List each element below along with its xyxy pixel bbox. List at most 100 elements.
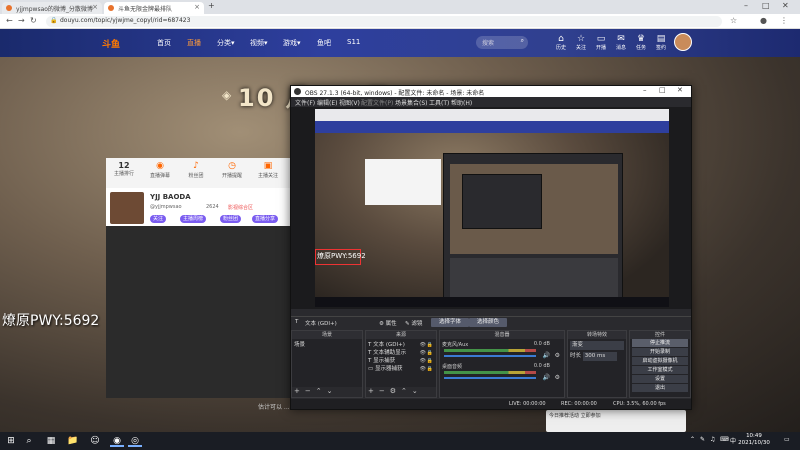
- follow-icon[interactable]: ☆ 关注: [572, 34, 590, 51]
- source-item[interactable]: T 文本 (GDI+) 👁 🔒: [368, 341, 434, 349]
- nav-item-s11[interactable]: S11: [347, 38, 360, 46]
- tray-pen-icon[interactable]: ✎: [700, 436, 705, 443]
- stat-rank[interactable]: 12 主播排行: [110, 161, 138, 177]
- lock-icon[interactable]: 🔒: [427, 341, 433, 349]
- chrome-taskbar-icon[interactable]: ◎: [128, 435, 142, 447]
- stat-remind[interactable]: ◷ 开播提醒: [218, 161, 246, 179]
- history-icon[interactable]: ⌂ 历史: [552, 34, 570, 51]
- source-down-icon[interactable]: ⌄: [412, 387, 418, 395]
- stop-streaming-button[interactable]: 停止推流: [632, 339, 688, 347]
- window-maximize-button[interactable]: □: [762, 1, 770, 10]
- window-minimize-button[interactable]: –: [744, 1, 748, 10]
- speaker-icon[interactable]: 🔊: [543, 374, 550, 381]
- speaker-icon[interactable]: 🔊: [543, 352, 550, 359]
- taskbar-clock[interactable]: 10:49 2021/10/30: [734, 433, 774, 447]
- scene-item[interactable]: 场景: [294, 341, 360, 349]
- new-tab-button[interactable]: +: [208, 1, 215, 10]
- obs-maximize-button[interactable]: □: [659, 86, 666, 94]
- source-item[interactable]: ▭ 显示器捕获 👁 🔒: [368, 365, 434, 373]
- menu-dots-icon[interactable]: ⋮: [780, 16, 788, 25]
- star-icon[interactable]: ☆: [730, 16, 737, 25]
- obs-minimize-button[interactable]: –: [643, 86, 647, 94]
- task-icon[interactable]: ♛ 任务: [632, 34, 650, 51]
- nav-item-games[interactable]: 游戏▾: [283, 38, 301, 48]
- message-icon[interactable]: ✉ 消息: [612, 34, 630, 51]
- gear-icon[interactable]: ⚙: [555, 352, 560, 359]
- source-up-icon[interactable]: ⌃: [401, 387, 407, 395]
- contract-icon[interactable]: ▤ 签约: [652, 34, 670, 51]
- exit-button[interactable]: 退出: [632, 384, 688, 392]
- tab-close-icon[interactable]: ×: [194, 3, 200, 11]
- forward-icon[interactable]: →: [18, 16, 25, 25]
- app-icon[interactable]: ☺: [88, 435, 102, 447]
- streamer-category[interactable]: 影视综合区: [228, 204, 253, 211]
- search-icon[interactable]: ⌕: [22, 435, 36, 447]
- source-item[interactable]: T 显示捕获 👁 🔒: [368, 357, 434, 365]
- start-recording-button[interactable]: 开始录制: [632, 348, 688, 356]
- stat-danmu[interactable]: ◉ 直播弹幕: [146, 161, 174, 179]
- volume-slider[interactable]: [444, 377, 536, 379]
- select-font-button[interactable]: 选择字体: [431, 318, 470, 327]
- source-item[interactable]: T 文本辅助显示 👁 🔒: [368, 349, 434, 357]
- obs-menu-tools[interactable]: 工具(T): [429, 98, 449, 107]
- visibility-icon[interactable]: 👁: [420, 349, 426, 357]
- tray-volume-icon[interactable]: ♫: [710, 436, 715, 443]
- select-color-button[interactable]: 选择颜色: [469, 318, 508, 327]
- nav-item-live[interactable]: 直播: [187, 38, 201, 48]
- nav-item-home[interactable]: 首页: [157, 38, 171, 48]
- lock-icon[interactable]: 🔒: [427, 365, 433, 373]
- tray-expand-icon[interactable]: ⌃: [690, 436, 695, 443]
- scene-up-icon[interactable]: ⌃: [316, 387, 322, 395]
- obs-titlebar[interactable]: OBS 27.1.3 (64-bit, windows) - 配置文件: 未命名…: [291, 86, 691, 97]
- nav-item-category[interactable]: 分类▾: [217, 38, 235, 48]
- stat-fans[interactable]: ♪ 粉丝团: [182, 161, 210, 179]
- obs-menu-scene-collection[interactable]: 场景集合(S): [395, 98, 428, 107]
- tray-keyboard-icon[interactable]: ⌨: [720, 436, 729, 443]
- stat-follow[interactable]: ▣ 主播关注: [254, 161, 282, 179]
- add-source-icon[interactable]: +: [368, 387, 374, 395]
- file-explorer-icon[interactable]: 📁: [66, 435, 80, 447]
- virtual-camera-button[interactable]: 启动虚拟摄像机: [632, 357, 688, 365]
- fan-club-button[interactable]: 粉丝团: [220, 215, 242, 223]
- reload-icon[interactable]: ↻: [30, 16, 37, 25]
- back-icon[interactable]: ←: [6, 16, 13, 25]
- nav-item-video[interactable]: 视频▾: [250, 38, 268, 48]
- profile-icon[interactable]: ●: [760, 16, 767, 25]
- weekly-rank-button[interactable]: 主播周榜: [180, 215, 207, 223]
- nav-item-fishbar[interactable]: 鱼吧: [317, 38, 331, 48]
- properties-button[interactable]: ⚙ 属性: [379, 319, 397, 327]
- visibility-icon[interactable]: 👁: [420, 357, 426, 365]
- window-close-button[interactable]: ✕: [782, 1, 789, 10]
- remove-source-icon[interactable]: −: [379, 387, 385, 395]
- source-settings-icon[interactable]: ⚙: [390, 387, 396, 395]
- selected-text-source[interactable]: 燎原PWY:5692: [315, 249, 366, 265]
- filters-button[interactable]: ✎ 滤镜: [405, 319, 422, 327]
- follow-button[interactable]: 关注: [150, 215, 167, 223]
- visibility-icon[interactable]: 👁: [420, 365, 426, 373]
- browser-tab[interactable]: yjjmpwsao的微博_分散微博 ×: [2, 2, 102, 14]
- studio-mode-button[interactable]: 工作室模式: [632, 366, 688, 374]
- streamer-avatar[interactable]: [110, 192, 144, 224]
- notification-icon[interactable]: ▭: [784, 436, 790, 443]
- browser-tab-active[interactable]: 斗鱼无限金牌最排队 ×: [104, 2, 204, 14]
- go-live-icon[interactable]: ▭ 开播: [592, 34, 610, 51]
- site-search-input[interactable]: 搜索 ⌕: [476, 36, 528, 49]
- user-avatar[interactable]: [674, 33, 692, 51]
- obs-menu-view[interactable]: 视图(V): [339, 98, 360, 107]
- lock-icon[interactable]: 🔒: [427, 357, 433, 365]
- start-windows-icon[interactable]: ⊞: [4, 435, 18, 447]
- obs-close-button[interactable]: ✕: [677, 86, 683, 94]
- visibility-icon[interactable]: 👁: [420, 341, 426, 349]
- settings-button[interactable]: 设置: [632, 375, 688, 383]
- site-logo[interactable]: 斗鱼: [102, 37, 120, 50]
- obs-taskbar-icon[interactable]: ◉: [110, 435, 124, 447]
- remove-scene-icon[interactable]: −: [305, 387, 311, 395]
- add-scene-icon[interactable]: +: [294, 387, 300, 395]
- address-bar[interactable]: 🔒 douyu.com/topic/yjwjme_copyl/rid=68742…: [46, 16, 722, 27]
- obs-menu-edit[interactable]: 编辑(E): [317, 98, 337, 107]
- obs-menu-help[interactable]: 帮助(H): [451, 98, 472, 107]
- promo-card[interactable]: 今日推荐活动 立即参加: [546, 410, 686, 432]
- search-icon[interactable]: ⌕: [521, 37, 524, 45]
- scene-down-icon[interactable]: ⌄: [327, 387, 333, 395]
- task-view-icon[interactable]: ▦: [44, 435, 58, 447]
